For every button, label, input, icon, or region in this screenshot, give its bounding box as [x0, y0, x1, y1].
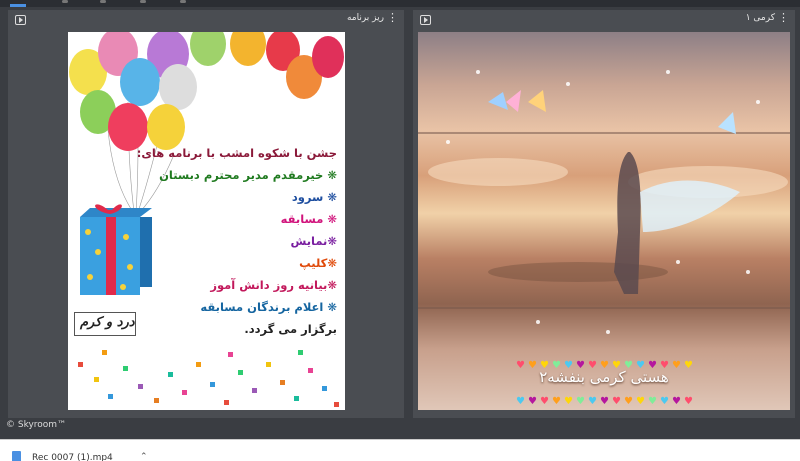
panel-header: کرمی ۱ ⋮ [413, 10, 795, 30]
school-logo: درد و کرم [74, 312, 136, 336]
top-bar [0, 0, 800, 7]
svg-text:♥: ♥ [588, 396, 597, 407]
play-icon[interactable] [420, 15, 431, 25]
svg-text:♥: ♥ [636, 396, 645, 407]
svg-text:♥: ♥ [672, 396, 681, 407]
play-icon[interactable] [15, 15, 26, 25]
chevron-up-icon[interactable]: ⌃ [140, 452, 148, 461]
program-line: برگزار می گردد. [244, 322, 337, 336]
video-panel: کرمی ۱ ⋮ ♥ ♥ ♥ ♥ ♥ ♥ ♥ ♥ ♥ ♥ ♥ ♥ ♥ ♥ ♥ ♥… [413, 10, 795, 418]
svg-text:♥: ♥ [516, 396, 525, 407]
program-line: ❋بیانیه روز دانش آموز [210, 278, 337, 292]
svg-text:♥: ♥ [612, 396, 621, 407]
footer: © Skyroom™ [0, 419, 800, 435]
program-line: جشن با شکوه امشب با برنامه های: [136, 146, 337, 160]
video-scene: ♥ ♥ ♥ ♥ ♥ ♥ ♥ ♥ ♥ ♥ ♥ ♥ ♥ ♥ ♥ ♥ ♥ ♥ ♥ ♥ ♥ ♥ ♥ ♥ ♥ ♥ ♥… [418, 70, 790, 407]
svg-text:♥: ♥ [648, 396, 657, 407]
svg-text:♥: ♥ [600, 396, 609, 407]
svg-text:♥: ♥ [576, 396, 585, 407]
window-dot [62, 0, 68, 3]
svg-text:♥: ♥ [624, 396, 633, 407]
panel-title: ریز برنامه [346, 13, 384, 23]
program-panel: ریز برنامه ⋮ جشن با شکوه امشب با برنامه … [8, 10, 404, 418]
active-tab-indicator [10, 4, 26, 7]
program-line: ❋نمایش [290, 234, 337, 248]
svg-text:♥: ♥ [564, 396, 573, 407]
brand-label: © Skyroom™ [6, 420, 67, 430]
program-line: ❋ اعلام برندگان مسابقه [200, 300, 337, 314]
window-dot [100, 0, 106, 3]
program-slide: جشن با شکوه امشب با برنامه های: ❋ خیرمقدم… [68, 32, 345, 410]
window-dot [140, 0, 146, 3]
more-options-icon[interactable]: ⋮ [387, 12, 398, 24]
file-icon [12, 451, 21, 461]
program-line: ❋ مسابقه [280, 212, 337, 226]
svg-text:♥: ♥ [552, 396, 561, 407]
window-dot [180, 0, 186, 3]
program-line: ❋ سرود [291, 190, 337, 204]
program-line: ❋ خیرمقدم مدیر محترم دبستان [159, 168, 337, 182]
panel-title: کرمی ۱ [745, 13, 775, 23]
svg-text:♥: ♥ [528, 396, 537, 407]
video-frame: ♥ ♥ ♥ ♥ ♥ ♥ ♥ ♥ ♥ ♥ ♥ ♥ ♥ ♥ ♥ ♥ ♥ ♥ ♥ ♥ ♥ ♥ ♥ ♥ ♥ ♥ ♥… [418, 32, 790, 410]
svg-text:♥: ♥ [660, 396, 669, 407]
program-line: ❋کلیپ [299, 256, 337, 270]
more-options-icon[interactable]: ⋮ [778, 12, 789, 24]
panel-header: ریز برنامه ⋮ [8, 10, 404, 30]
program-list: جشن با شکوه امشب با برنامه های: ❋ خیرمقدم… [136, 142, 337, 340]
download-file-name[interactable]: Rec 0007 (1).mp4 [32, 453, 113, 461]
svg-text:♥: ♥ [684, 396, 693, 407]
video-caption: هستی کرمی بنفشه۲ [539, 368, 669, 386]
download-bar: Rec 0007 (1).mp4 ⌃ [0, 439, 800, 461]
svg-text:♥: ♥ [540, 396, 549, 407]
